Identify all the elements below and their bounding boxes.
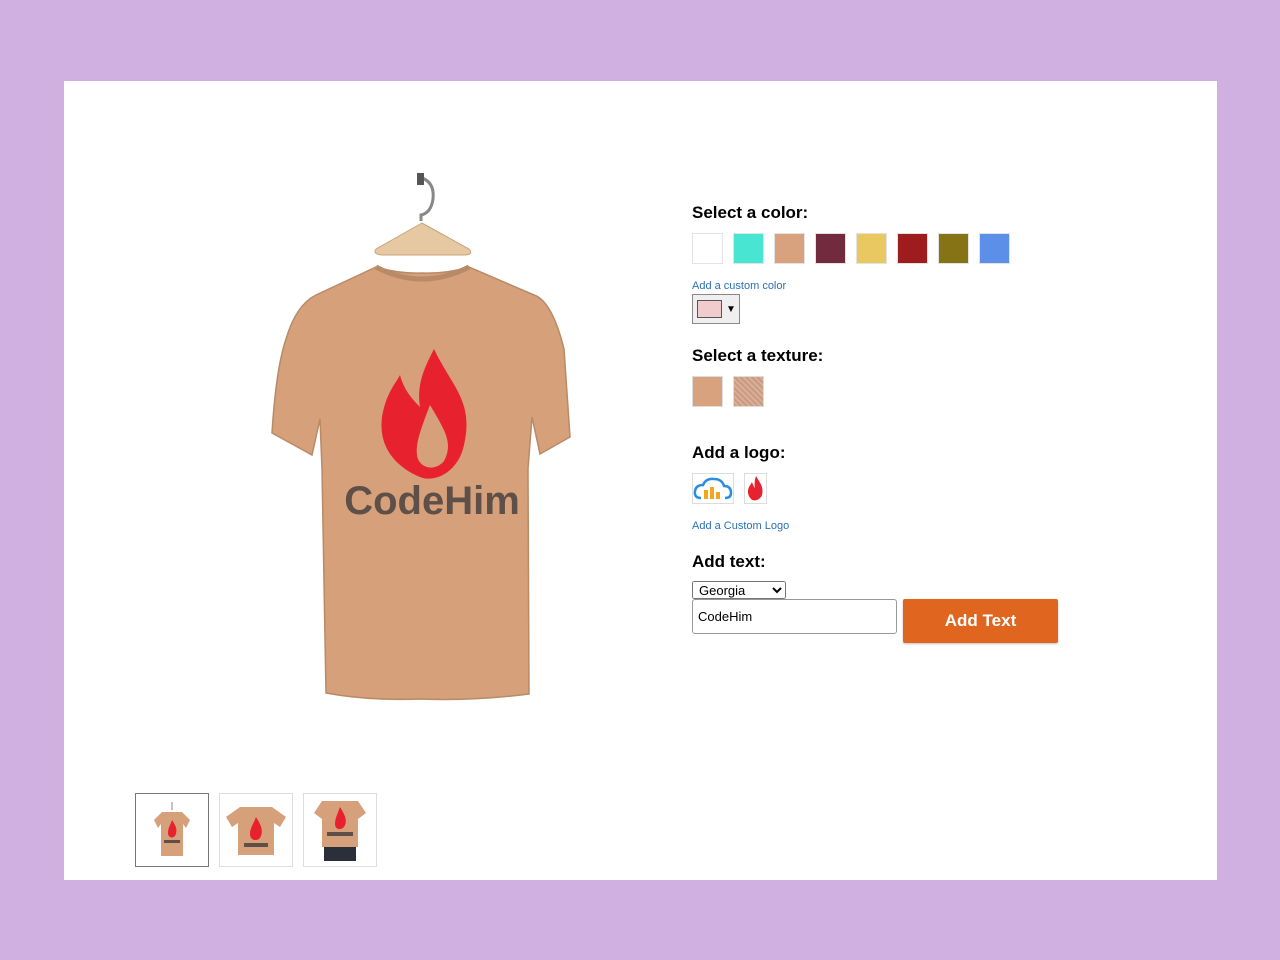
color-section-label: Select a color: (692, 203, 809, 222)
logo-section-label: Add a logo: (692, 443, 786, 462)
custom-color-chip (697, 300, 722, 318)
color-swatch-tan[interactable] (774, 233, 805, 264)
color-swatch-white[interactable] (692, 233, 723, 264)
texture-options (692, 376, 1092, 407)
color-swatch-maroon[interactable] (815, 233, 846, 264)
texture-section-label: Select a texture: (692, 346, 824, 365)
color-swatch-gold[interactable] (856, 233, 887, 264)
color-swatches (692, 233, 1092, 264)
thumbnail-flat-view[interactable] (219, 793, 293, 867)
flame-logo-icon (747, 475, 763, 500)
thumbnail-hanger-view[interactable] (135, 793, 209, 867)
cloud-bars-logo-icon (693, 477, 733, 499)
logo-option-flame[interactable] (744, 473, 767, 504)
thumbnail-strip (135, 793, 377, 867)
color-swatch-olive[interactable] (938, 233, 969, 264)
dropdown-arrow-icon: ▼ (726, 303, 736, 315)
color-swatch-red[interactable] (897, 233, 928, 264)
thumbnail-model-view[interactable] (303, 793, 377, 867)
texture-plain[interactable] (692, 376, 723, 407)
model-shirt-thumb-icon (314, 801, 366, 861)
logo-option-cloud[interactable] (692, 473, 734, 504)
add-custom-logo-link[interactable]: Add a Custom Logo (692, 520, 1092, 532)
text-section-label: Add text: (692, 552, 766, 571)
flat-shirt-thumb-icon (226, 807, 286, 855)
shirt-preview: CodeHim (264, 169, 584, 704)
color-swatch-turquoise[interactable] (733, 233, 764, 264)
add-custom-color-link[interactable]: Add a custom color (692, 280, 1092, 292)
color-swatch-blue[interactable] (979, 233, 1010, 264)
hanger-shirt-thumb-icon (154, 802, 190, 856)
shirt-logo-text: CodeHim (344, 479, 520, 523)
text-input-row: Add Text (692, 599, 1092, 643)
customizer-card: CodeHim Select a color: Add a custom col… (64, 81, 1217, 880)
customize-panel: Select a color: Add a custom color ▼ Sel… (692, 203, 1092, 643)
hanger-body-icon (374, 222, 472, 256)
tshirt-image: CodeHim (271, 173, 571, 701)
hanger-clip (417, 173, 424, 185)
custom-color-picker[interactable]: ▼ (692, 294, 740, 324)
add-text-button[interactable]: Add Text (903, 599, 1058, 643)
logo-options (692, 473, 1092, 504)
texture-heather[interactable] (733, 376, 764, 407)
custom-text-input[interactable] (692, 599, 897, 634)
font-select[interactable]: Georgia (692, 581, 786, 599)
